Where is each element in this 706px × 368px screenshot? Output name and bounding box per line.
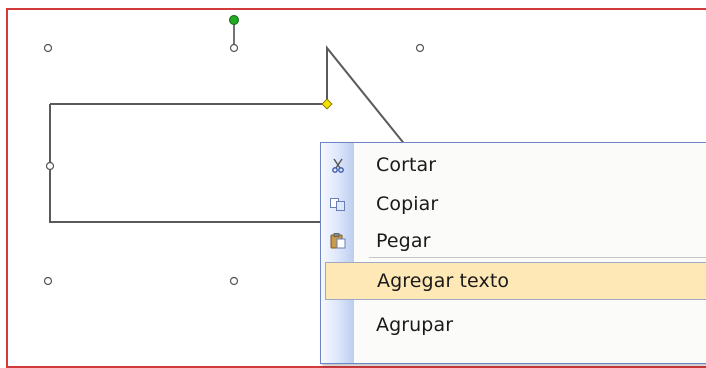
sizing-handle-bottom-center[interactable] [229, 276, 239, 286]
paste-icon [321, 222, 354, 260]
adjustment-handle[interactable] [321, 98, 333, 110]
menu-item-cut[interactable]: Cortar [321, 146, 706, 184]
sizing-handle-top-left[interactable] [43, 43, 53, 53]
sizing-handle-middle-left[interactable] [45, 161, 55, 171]
sizing-handle-top-right[interactable] [415, 43, 425, 53]
menu-item-copy-label: Copiar [376, 193, 439, 215]
menu-item-icon-slot [326, 263, 354, 299]
menu-item-add-text[interactable]: Agregar texto [325, 262, 706, 300]
menu-separator [369, 257, 706, 258]
menu-item-paste[interactable]: Pegar [321, 222, 706, 260]
rotation-handle[interactable] [229, 15, 239, 25]
copy-icon [321, 185, 354, 223]
scissors-icon [321, 146, 354, 184]
menu-item-add-text-label: Agregar texto [377, 270, 510, 292]
menu-item-cut-label: Cortar [376, 154, 437, 176]
menu-item-copy[interactable]: Copiar [321, 185, 706, 223]
menu-item-group-label: Agrupar [376, 314, 454, 336]
sizing-handle-bottom-left[interactable] [43, 276, 53, 286]
menu-item-icon-slot [321, 306, 354, 344]
menu-item-group[interactable]: Agrupar [321, 306, 706, 344]
menu-item-paste-label: Pegar [376, 230, 431, 252]
sizing-handle-top-center[interactable] [229, 43, 239, 53]
context-menu: Cortar Copiar Pegar Agregar texto Agrupar [320, 142, 706, 364]
